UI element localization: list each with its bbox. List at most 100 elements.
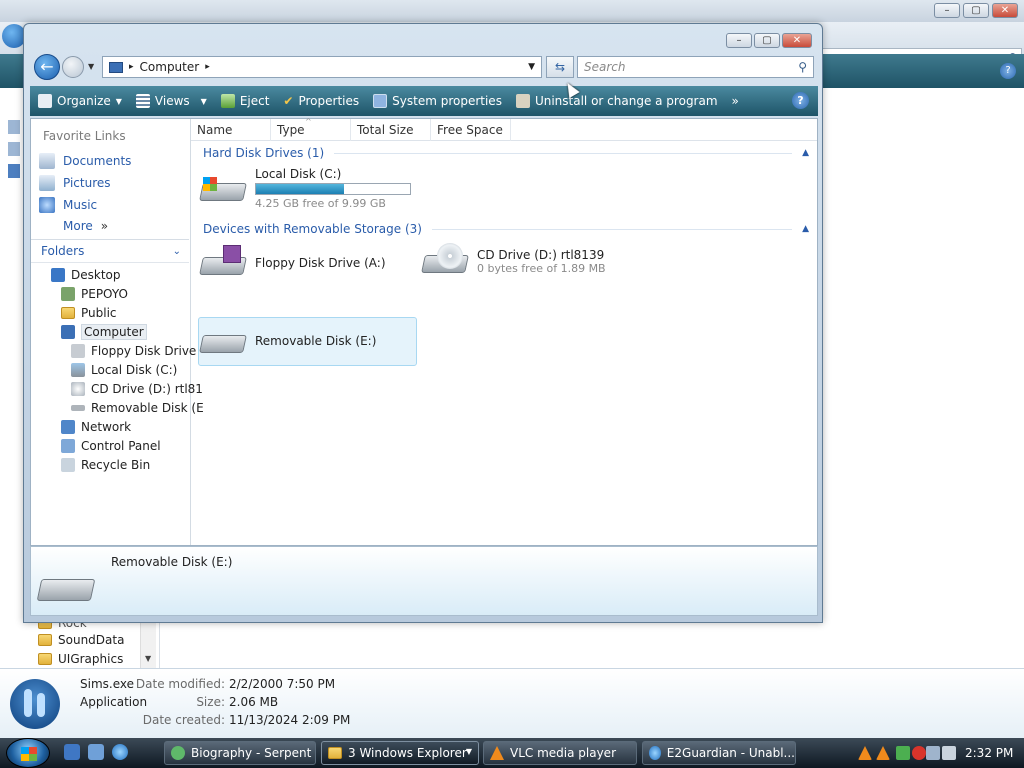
- floppy-drive-icon: [199, 245, 247, 281]
- favorite-link-pictures[interactable]: Pictures: [39, 175, 111, 191]
- detail-modified-label: Date modified:: [135, 677, 225, 691]
- desktop-icon: [51, 267, 65, 282]
- tree-item-control-panel[interactable]: Control Panel: [51, 436, 204, 455]
- favorite-link-music[interactable]: Music: [39, 197, 97, 213]
- favorite-link-more[interactable]: More»: [63, 219, 108, 233]
- tree-item-local-disk[interactable]: Local Disk (C:): [51, 360, 204, 379]
- drive-local-disk-c[interactable]: Local Disk (C:) 4.25 GB free of 9.99 GB: [199, 167, 411, 210]
- detail-modified: 2/2/2000 7:50 PM: [229, 677, 336, 691]
- address-bar[interactable]: ▸ Computer ▸ ▼: [102, 56, 542, 78]
- uninstall-program-button[interactable]: Uninstall or change a program: [515, 94, 718, 108]
- organize-button[interactable]: Organize ▼: [38, 94, 122, 108]
- computer-icon: [109, 61, 123, 73]
- tree-item-removable[interactable]: Removable Disk (E: [51, 398, 204, 417]
- refresh-button[interactable]: ⇆: [546, 56, 574, 78]
- eject-button[interactable]: Eject: [220, 94, 269, 108]
- tree-item-public[interactable]: Public: [51, 303, 204, 322]
- internet-explorer-icon[interactable]: [112, 744, 128, 760]
- cd-drive-icon: [71, 381, 85, 396]
- taskbar-button-e2guardian[interactable]: E2Guardian - Unabl...: [642, 741, 796, 765]
- favorite-link-documents[interactable]: Documents: [39, 153, 131, 169]
- bg-icon: [8, 164, 20, 178]
- background-folder-list: Rock SoundData UIGraphics ▼: [0, 616, 160, 668]
- column-name[interactable]: Name: [191, 119, 271, 141]
- search-icon[interactable]: ⚲: [798, 60, 807, 74]
- tree-item-cd-drive[interactable]: CD Drive (D:) rtl81: [51, 379, 204, 398]
- recent-pages-icon[interactable]: ▼: [88, 62, 94, 71]
- views-icon: [135, 94, 150, 108]
- tree-item-floppy[interactable]: Floppy Disk Drive: [51, 341, 204, 360]
- detail-created-label: Date created:: [142, 713, 225, 727]
- back-button[interactable]: ←: [34, 54, 60, 80]
- windows-logo-icon: [21, 747, 37, 761]
- removable-disk-icon: [71, 404, 85, 411]
- floppy-drive-icon: [71, 343, 85, 358]
- search-input[interactable]: Search ⚲: [577, 56, 814, 78]
- tree-item-pepoyo[interactable]: PEPOYO: [51, 284, 204, 303]
- breadcrumb-computer[interactable]: Computer: [140, 60, 200, 74]
- alert-tray-icon[interactable]: [912, 746, 926, 760]
- scroll-down-icon[interactable]: ▼: [145, 654, 151, 663]
- details-item-name: Removable Disk (E:): [111, 555, 233, 569]
- vlc-tray-icon[interactable]: [876, 746, 890, 760]
- organize-icon: [38, 94, 52, 108]
- more-commands-button[interactable]: »: [732, 94, 739, 108]
- network-icon: [61, 419, 75, 434]
- system-properties-button[interactable]: System properties: [373, 94, 502, 108]
- hard-disk-icon: [71, 362, 85, 377]
- taskbar-button-windows-explorer[interactable]: 3 Windows Explorer ▼: [321, 741, 479, 765]
- drive-floppy-a[interactable]: Floppy Disk Drive (A:): [199, 245, 386, 281]
- column-type[interactable]: Type ^: [271, 117, 351, 141]
- bg-help-icon[interactable]: ?: [1000, 63, 1016, 79]
- bg-minimize-button[interactable]: –: [934, 3, 960, 18]
- minimize-button[interactable]: –: [726, 33, 752, 48]
- folders-header[interactable]: Folders ⌄: [31, 239, 189, 263]
- sort-arrow-icon: ^: [305, 117, 312, 126]
- show-desktop-icon[interactable]: [64, 744, 80, 760]
- breadcrumb-chevron-icon[interactable]: ▸: [205, 62, 210, 72]
- close-button[interactable]: ✕: [782, 33, 812, 48]
- taskbar-button-biography[interactable]: Biography - Serpent: [164, 741, 316, 765]
- volume-tray-icon[interactable]: [942, 746, 956, 760]
- programs-icon: [515, 94, 530, 108]
- address-dropdown-icon[interactable]: ▼: [528, 62, 535, 72]
- tree-item-desktop[interactable]: Desktop: [51, 265, 204, 284]
- maximize-button[interactable]: ▢: [754, 33, 780, 48]
- drive-cd-d[interactable]: CD Drive (D:) rtl8139 0 bytes free of 1.…: [421, 243, 606, 279]
- bg-icon: [8, 120, 20, 134]
- views-button[interactable]: Views ▼: [135, 94, 207, 108]
- collapse-icon: ▲: [802, 148, 809, 158]
- user-folder-icon: [61, 286, 75, 301]
- switch-windows-icon[interactable]: [88, 744, 104, 760]
- tree-item-computer[interactable]: Computer: [51, 322, 204, 341]
- column-headers: Name Type ^ Total Size Free Space: [191, 117, 817, 141]
- internet-explorer-icon: [649, 746, 661, 760]
- scrollbar[interactable]: ▼: [140, 620, 156, 668]
- taskbar-button-vlc[interactable]: VLC media player: [483, 741, 637, 765]
- system-properties-icon: [373, 94, 388, 108]
- group-hard-disk-drives[interactable]: Hard Disk Drives (1) ▲: [191, 143, 817, 163]
- network-tray-icon[interactable]: [926, 746, 940, 760]
- drive-removable-e[interactable]: Removable Disk (E:): [199, 323, 376, 359]
- bg-close-button[interactable]: ✕: [992, 3, 1018, 18]
- bg-maximize-button[interactable]: ▢: [963, 3, 989, 18]
- taskbar: Biography - Serpent 3 Windows Explorer ▼ …: [0, 738, 1024, 768]
- system-clock[interactable]: 2:32 PM: [965, 738, 1013, 768]
- group-removable-storage[interactable]: Devices with Removable Storage (3) ▲: [191, 219, 817, 239]
- chevron-down-icon: ⌄: [172, 245, 181, 257]
- vlc-tray-icon[interactable]: [858, 746, 872, 760]
- folder-tree: Desktop PEPOYO Public Computer Floppy Di…: [51, 265, 204, 474]
- forward-button[interactable]: [62, 56, 84, 78]
- start-button[interactable]: [6, 738, 50, 768]
- double-chevron-icon: »: [100, 219, 109, 233]
- tree-item-recycle-bin[interactable]: Recycle Bin: [51, 455, 204, 474]
- list-item[interactable]: UIGraphics: [38, 650, 123, 668]
- column-free-space[interactable]: Free Space: [431, 119, 511, 141]
- list-item[interactable]: SoundData: [38, 631, 124, 649]
- security-tray-icon[interactable]: [896, 746, 910, 760]
- column-total-size[interactable]: Total Size: [351, 119, 431, 141]
- tree-item-network[interactable]: Network: [51, 417, 204, 436]
- properties-button[interactable]: ✔ Properties: [283, 94, 359, 108]
- refresh-icon: ⇆: [554, 60, 566, 74]
- help-icon[interactable]: ?: [792, 92, 809, 109]
